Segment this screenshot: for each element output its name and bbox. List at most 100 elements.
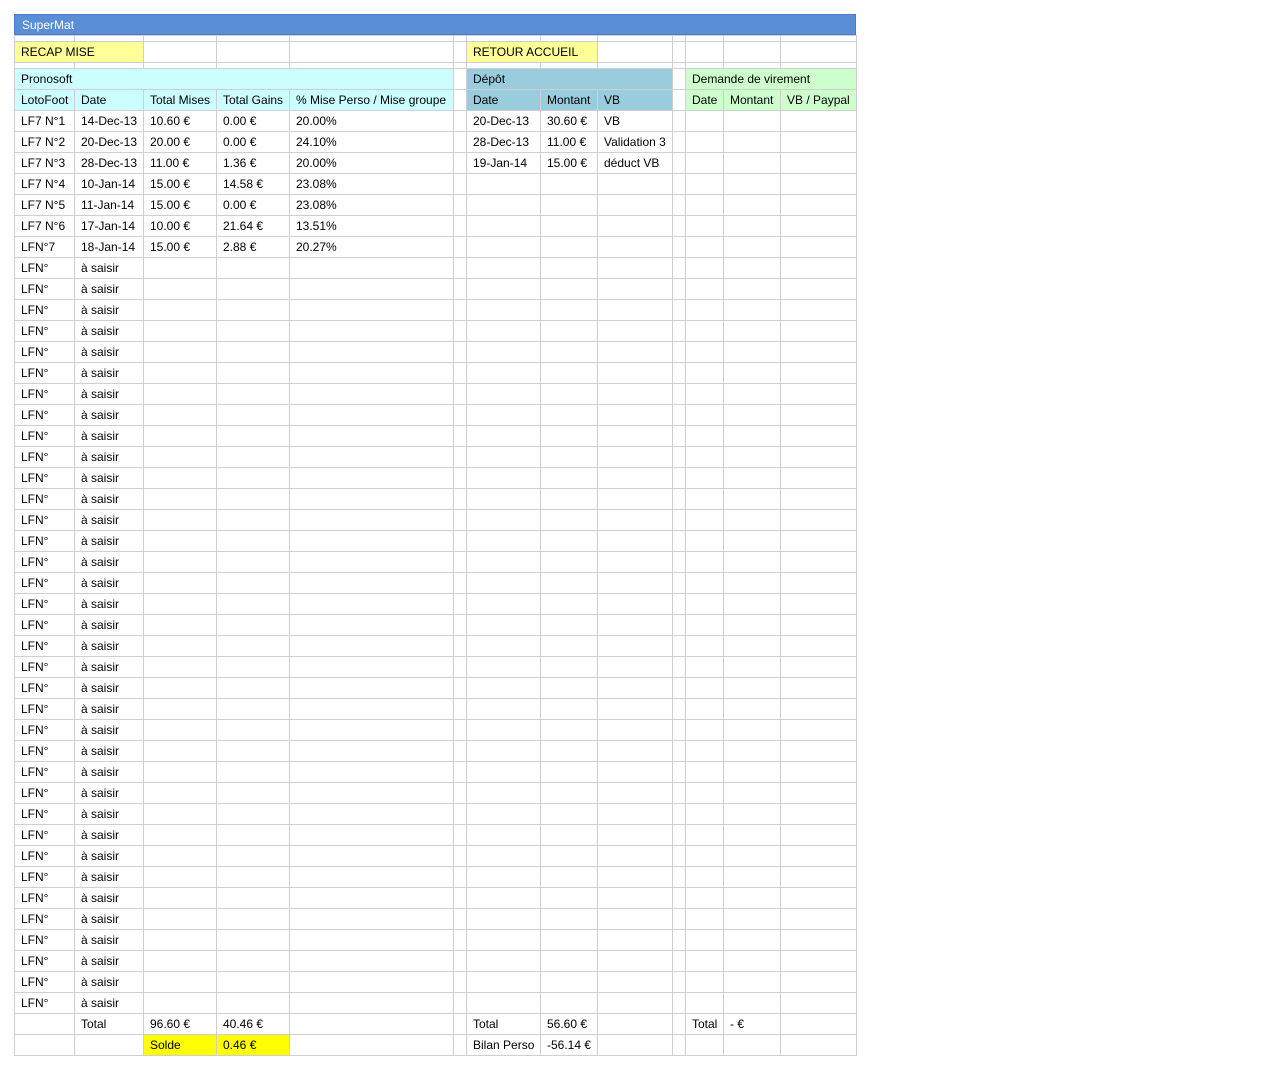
cell-virement-montant[interactable] <box>723 404 781 426</box>
cell-depot-vb[interactable] <box>597 509 673 531</box>
cell-virement-date[interactable] <box>685 761 724 783</box>
cell-virement-vb-paypal[interactable] <box>780 131 857 153</box>
cell-depot-date[interactable]: 19-Jan-14 <box>466 152 541 174</box>
cell-date[interactable]: à saisir <box>74 845 144 867</box>
cell-virement-vb-paypal[interactable] <box>780 152 857 174</box>
cell-virement-date[interactable] <box>685 677 724 699</box>
cell-lotofoot[interactable]: LFN° <box>14 404 75 426</box>
cell-depot-montant[interactable]: 11.00 € <box>540 131 598 153</box>
cell-total-mises[interactable] <box>143 614 217 636</box>
cell-depot-vb[interactable] <box>597 488 673 510</box>
cell-lotofoot[interactable]: LF7 N°2 <box>14 131 75 153</box>
cell-date[interactable]: à saisir <box>74 593 144 615</box>
cell-depot-date[interactable] <box>466 341 541 363</box>
cell-depot-date[interactable] <box>466 866 541 888</box>
cell-lotofoot[interactable]: LFN° <box>14 446 75 468</box>
cell-total-gains[interactable]: 21.64 € <box>216 215 290 237</box>
cell-depot-vb[interactable] <box>597 824 673 846</box>
cell-depot-montant[interactable] <box>540 341 598 363</box>
cell-virement-montant[interactable] <box>723 929 781 951</box>
cell-pct-mise[interactable] <box>289 908 454 930</box>
cell-virement-date[interactable] <box>685 341 724 363</box>
cell-virement-vb-paypal[interactable] <box>780 488 857 510</box>
cell-lotofoot[interactable]: LFN° <box>14 698 75 720</box>
cell-lotofoot[interactable]: LFN° <box>14 551 75 573</box>
cell-depot-montant[interactable]: 30.60 € <box>540 110 598 132</box>
cell-depot-montant[interactable] <box>540 551 598 573</box>
cell-pct-mise[interactable] <box>289 782 454 804</box>
cell-depot-date[interactable] <box>466 698 541 720</box>
cell-depot-vb[interactable] <box>597 383 673 405</box>
cell-total-gains[interactable] <box>216 824 290 846</box>
cell-date[interactable]: à saisir <box>74 740 144 762</box>
cell-virement-vb-paypal[interactable] <box>780 698 857 720</box>
cell-lotofoot[interactable]: LFN° <box>14 656 75 678</box>
cell-depot-vb[interactable]: Validation 3 <box>597 131 673 153</box>
cell-virement-vb-paypal[interactable] <box>780 803 857 825</box>
cell-date[interactable]: 20-Dec-13 <box>74 131 144 153</box>
cell-date[interactable]: à saisir <box>74 383 144 405</box>
cell-total-mises[interactable] <box>143 761 217 783</box>
cell-depot-montant[interactable] <box>540 299 598 321</box>
cell-virement-vb-paypal[interactable] <box>780 572 857 594</box>
cell-depot-date[interactable] <box>466 488 541 510</box>
cell-lotofoot[interactable]: LFN° <box>14 593 75 615</box>
cell-virement-date[interactable] <box>685 593 724 615</box>
cell-virement-vb-paypal[interactable] <box>780 866 857 888</box>
cell-pct-mise[interactable] <box>289 887 454 909</box>
cell-virement-montant[interactable] <box>723 110 781 132</box>
cell-total-gains[interactable] <box>216 572 290 594</box>
cell-virement-vb-paypal[interactable] <box>780 467 857 489</box>
cell-total-gains[interactable]: 14.58 € <box>216 173 290 195</box>
cell-virement-montant[interactable] <box>723 320 781 342</box>
cell-depot-montant[interactable] <box>540 740 598 762</box>
cell-pct-mise[interactable] <box>289 551 454 573</box>
cell-total-gains[interactable]: 1.36 € <box>216 152 290 174</box>
cell-pct-mise[interactable] <box>289 467 454 489</box>
cell-virement-vb-paypal[interactable] <box>780 635 857 657</box>
cell-lotofoot[interactable]: LFN° <box>14 803 75 825</box>
cell-total-mises[interactable] <box>143 320 217 342</box>
cell-date[interactable]: à saisir <box>74 551 144 573</box>
cell-total-gains[interactable] <box>216 887 290 909</box>
cell-virement-vb-paypal[interactable] <box>780 887 857 909</box>
cell-depot-vb[interactable] <box>597 404 673 426</box>
cell-lotofoot[interactable]: LFN° <box>14 761 75 783</box>
cell-total-mises[interactable] <box>143 572 217 594</box>
cell-depot-montant[interactable] <box>540 572 598 594</box>
cell-virement-date[interactable] <box>685 320 724 342</box>
cell-lotofoot[interactable]: LFN° <box>14 719 75 741</box>
cell-depot-montant[interactable] <box>540 761 598 783</box>
cell-depot-montant[interactable] <box>540 803 598 825</box>
cell-virement-date[interactable] <box>685 782 724 804</box>
cell-total-gains[interactable] <box>216 614 290 636</box>
cell-pct-mise[interactable]: 23.08% <box>289 194 454 216</box>
cell-date[interactable]: à saisir <box>74 677 144 699</box>
cell-depot-date[interactable] <box>466 530 541 552</box>
cell-total-mises[interactable] <box>143 488 217 510</box>
cell-total-mises[interactable] <box>143 971 217 993</box>
cell-total-gains[interactable] <box>216 593 290 615</box>
cell-virement-montant[interactable] <box>723 992 781 1014</box>
cell-pct-mise[interactable] <box>289 593 454 615</box>
cell-depot-vb[interactable] <box>597 572 673 594</box>
cell-total-mises[interactable] <box>143 467 217 489</box>
cell-date[interactable]: à saisir <box>74 971 144 993</box>
cell-date[interactable]: 10-Jan-14 <box>74 173 144 195</box>
cell-virement-vb-paypal[interactable] <box>780 761 857 783</box>
cell-depot-montant[interactable] <box>540 362 598 384</box>
cell-virement-montant[interactable] <box>723 467 781 489</box>
cell-date[interactable]: à saisir <box>74 488 144 510</box>
cell-total-gains[interactable] <box>216 656 290 678</box>
cell-virement-montant[interactable] <box>723 215 781 237</box>
cell-total-mises[interactable]: 15.00 € <box>143 173 217 195</box>
cell-total-mises[interactable] <box>143 278 217 300</box>
cell-virement-montant[interactable] <box>723 719 781 741</box>
cell-virement-vb-paypal[interactable] <box>780 404 857 426</box>
cell-pct-mise[interactable] <box>289 866 454 888</box>
cell-total-mises[interactable] <box>143 593 217 615</box>
cell-virement-date[interactable] <box>685 131 724 153</box>
cell-depot-montant[interactable] <box>540 467 598 489</box>
cell-virement-montant[interactable] <box>723 131 781 153</box>
cell-total-gains[interactable] <box>216 404 290 426</box>
